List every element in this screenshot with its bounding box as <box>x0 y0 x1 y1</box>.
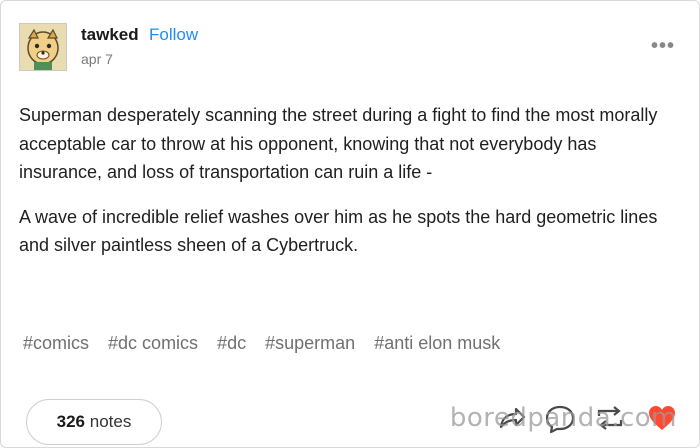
notes-count: 326 <box>56 412 86 431</box>
post-date[interactable]: apr 7 <box>81 51 113 67</box>
avatar[interactable] <box>19 23 67 71</box>
watermark: boredpanda.com <box>449 403 677 433</box>
post-card: tawked Follow apr 7 ••• Superman despera… <box>0 0 700 448</box>
post-header: tawked Follow apr 7 ••• <box>19 15 683 75</box>
more-options-icon[interactable]: ••• <box>651 35 675 58</box>
post-paragraph: A wave of incredible relief washes over … <box>19 206 658 256</box>
post-paragraph: Superman desperately scanning the street… <box>19 105 658 182</box>
tag-list: #comics #dc comics #dc #superman #anti e… <box>23 333 683 354</box>
tag-link[interactable]: #superman <box>265 333 355 353</box>
username[interactable]: tawked <box>81 25 139 45</box>
tag-link[interactable]: #comics <box>23 333 89 353</box>
notes-label: notes <box>89 412 132 431</box>
follow-button[interactable]: Follow <box>149 25 198 45</box>
tag-link[interactable]: #dc comics <box>108 333 198 353</box>
post-body: Superman desperately scanning the street… <box>19 101 679 260</box>
tag-link[interactable]: #anti elon musk <box>374 333 500 353</box>
tag-link[interactable]: #dc <box>217 333 246 353</box>
notes-button[interactable]: 326 notes <box>26 399 162 445</box>
